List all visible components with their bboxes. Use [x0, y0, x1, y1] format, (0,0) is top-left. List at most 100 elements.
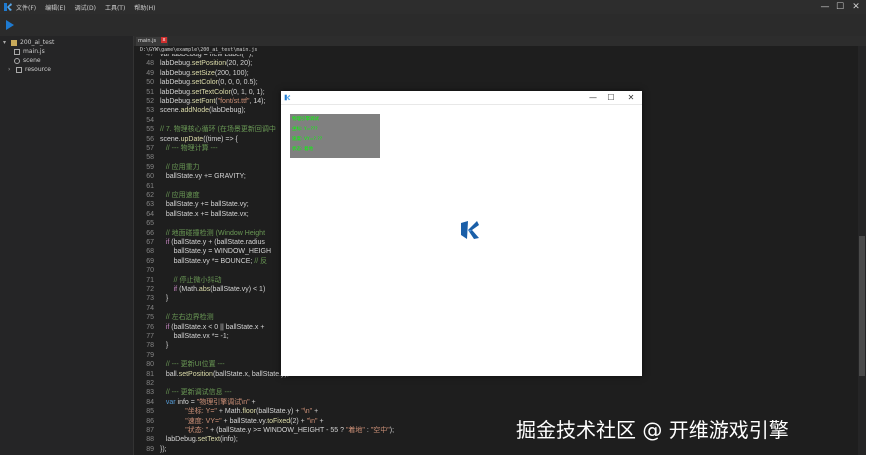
line-number: 78	[146, 342, 154, 350]
line-text: "坐标: Y=" + Math.floor(ballState.y) + "\n…	[160, 407, 318, 416]
code-token: (200, 100);	[214, 69, 249, 77]
line-number: 54	[146, 116, 154, 124]
game-minimize-button[interactable]: —	[585, 91, 601, 104]
run-icon[interactable]	[6, 20, 14, 30]
code-token: setPosition	[191, 60, 227, 68]
menu-file[interactable]: 文件(F)	[16, 3, 36, 12]
game-maximize-button[interactable]: ☐	[603, 91, 619, 104]
code-token: labDebug.	[160, 69, 192, 77]
line-number: 70	[146, 267, 154, 275]
line-number: 89	[146, 445, 154, 453]
vertical-scrollbar[interactable]	[858, 46, 866, 455]
code-token: "\n"	[301, 408, 313, 416]
code-token: setTextColor	[191, 88, 231, 96]
line-number: 84	[146, 398, 154, 406]
line-text: // 停止微小抖动	[160, 276, 222, 285]
code-token: +	[317, 417, 324, 425]
code-line: 82	[134, 379, 854, 388]
line-text: // 左右边界检测	[160, 313, 214, 322]
line-text: // 7. 物理核心循环 (在场景更新回调中	[160, 125, 276, 134]
line-text: "状态: " + (ballState.y >= WINDOW_HEIGHT -…	[160, 426, 394, 435]
line-number: 88	[146, 436, 154, 444]
line-number: 66	[146, 229, 154, 237]
line-text: if (ballState.y + (ballState.radius	[160, 238, 265, 247]
game-close-button[interactable]: ✕	[623, 91, 639, 104]
code-token: +	[249, 398, 256, 406]
code-line: 89});	[134, 445, 854, 454]
code-line: 83 // --- 更新调试信息 ---	[134, 388, 854, 397]
code-token: setText	[197, 436, 220, 444]
menu-debug[interactable]: 调试(D)	[75, 3, 96, 12]
menu-edit[interactable]: 编辑(E)	[45, 3, 65, 12]
line-text: ballState.y = WINDOW_HEIGH	[160, 247, 271, 256]
code-token: ((time) => {	[203, 135, 238, 143]
tree-item-label: scene	[23, 57, 41, 64]
menu-tools[interactable]: 工具(T)	[105, 3, 125, 12]
line-text: labDebug.setFont("font/st.ttf", 14);	[160, 97, 265, 106]
line-text: ballState.vx *= -1;	[160, 332, 229, 341]
code-token: );	[389, 427, 395, 434]
line-number: 79	[146, 351, 154, 359]
line-number: 60	[146, 173, 154, 181]
chevron-right-icon: ›	[8, 66, 11, 73]
code-token: abs	[198, 286, 211, 293]
code-token: // 应用重力	[160, 163, 200, 171]
code-token: var	[165, 398, 176, 406]
file-icon	[14, 48, 20, 55]
line-number: 51	[146, 88, 154, 96]
line-number: 83	[146, 389, 154, 397]
line-text: ball.setPosition(ballState.x, ballState.…	[160, 370, 289, 379]
line-number: 69	[146, 257, 154, 265]
tree-item-resource[interactable]: › resource	[8, 66, 51, 73]
code-token: ball.	[160, 370, 179, 378]
close-button[interactable]: ✕	[849, 0, 863, 14]
line-number: 72	[146, 286, 154, 293]
code-token: (ballState.x < 0 || ballState.x +	[169, 323, 265, 331]
scrollbar-thumb[interactable]	[859, 236, 865, 376]
code-token: ballState.y = WINDOW_HEIGH	[160, 248, 272, 256]
code-token: + Math.	[216, 408, 243, 416]
code-token: // 应用速度	[160, 192, 200, 199]
app-logo-icon	[4, 3, 12, 11]
line-number: 50	[146, 79, 154, 87]
minimize-button[interactable]: —	[818, 0, 832, 14]
line-text: ballState.y += ballState.vy;	[160, 200, 249, 209]
tree-item-project[interactable]: ▾ 200_ai_test	[3, 39, 54, 46]
code-token: });	[160, 445, 167, 453]
code-token: (ballState.y + (ballState.radius	[169, 239, 265, 246]
menu-bar: 文件(F) 编辑(E) 调试(D) 工具(T) 帮助(H)	[16, 0, 165, 14]
line-number: 62	[146, 192, 154, 199]
tree-item-main-js[interactable]: main.js	[14, 48, 45, 55]
line-number: 71	[146, 276, 154, 284]
line-text: ballState.x += ballState.vx;	[160, 210, 249, 219]
maximize-button[interactable]: ☐	[833, 0, 847, 14]
code-token: // --- 更新UI位置 ---	[160, 361, 225, 369]
tree-item-scene[interactable]: scene	[14, 57, 41, 64]
debug-line: 状态: 着地	[292, 147, 313, 152]
code-token: ballState.vy += GRAVITY;	[160, 173, 246, 181]
file-path: D:\GYW\game\example\200_ai_test\main.js	[140, 47, 258, 53]
code-token: setFont	[191, 98, 216, 105]
code-token: labDebug.	[160, 88, 192, 96]
code-token: // 反	[254, 257, 268, 265]
line-number: 59	[146, 163, 154, 171]
tab-label: main.js	[138, 38, 157, 44]
line-number: 65	[146, 220, 154, 228]
code-token: ballState.x += ballState.vx;	[160, 210, 249, 218]
tab-close-icon[interactable]: x	[161, 37, 167, 43]
code-token: labDebug.	[160, 98, 192, 105]
code-token: "\n"	[306, 417, 318, 425]
code-token: "物理引擎调试\n"	[196, 398, 250, 406]
line-number: 81	[146, 370, 154, 378]
line-number: 48	[146, 60, 154, 68]
menu-help[interactable]: 帮助(H)	[134, 3, 155, 12]
code-token: , 14);	[249, 98, 266, 105]
code-token: }	[160, 342, 169, 350]
line-text: // --- 物理计算 ---	[160, 144, 218, 153]
line-number: 82	[146, 380, 154, 387]
line-number: 63	[146, 201, 154, 209]
line-number: 85	[146, 408, 154, 416]
watermark: 掘金技术社区 @ 开维游戏引擎	[516, 418, 789, 442]
code-token: (Math.	[177, 286, 199, 293]
